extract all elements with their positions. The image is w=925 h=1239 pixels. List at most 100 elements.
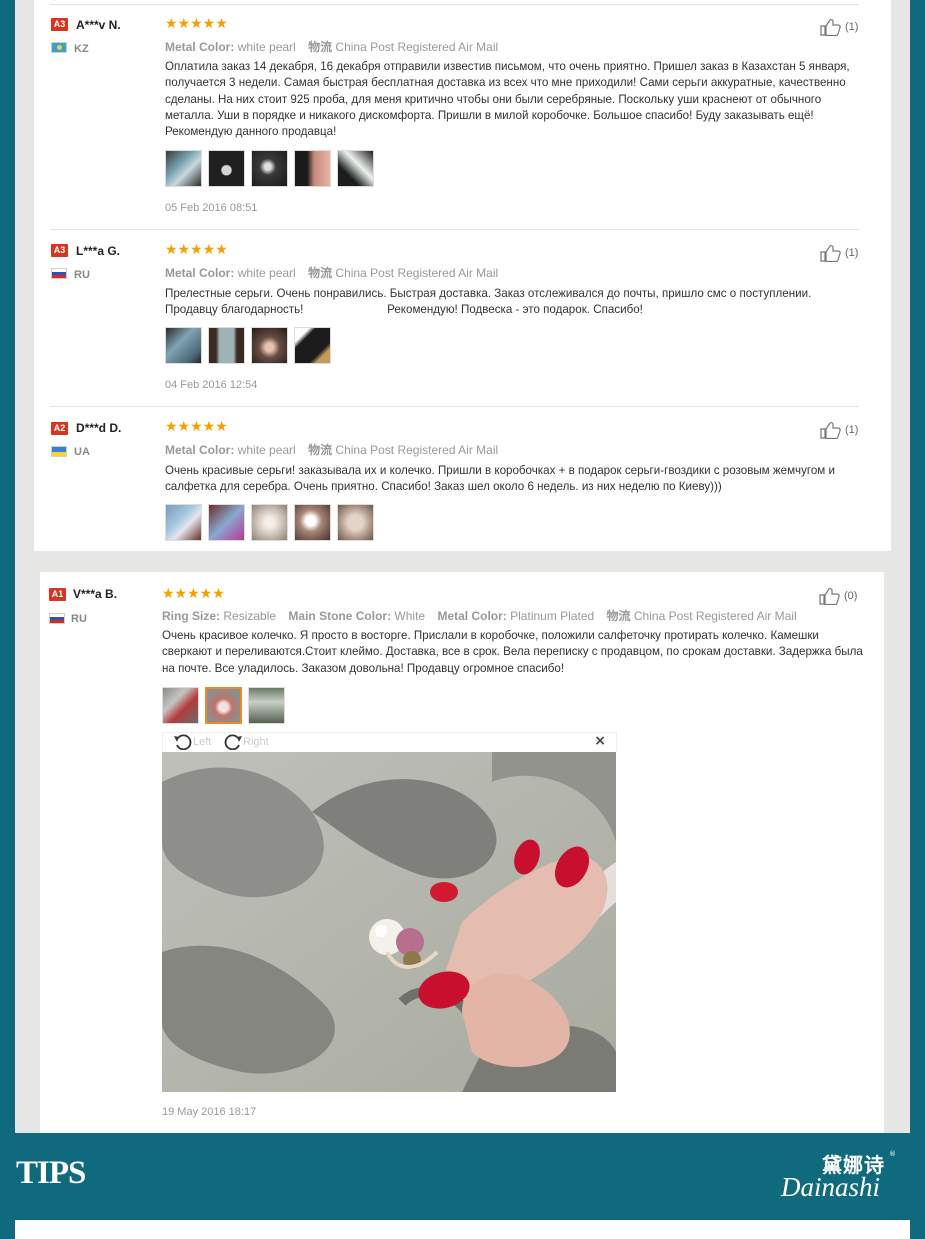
photo-thumbnail[interactable] (165, 504, 202, 541)
review-text: Очень красивые серьги! заказывала их и к… (165, 464, 835, 494)
photo-thumbnails (165, 150, 380, 187)
divider (50, 229, 859, 230)
attr-label: Main Stone Color: (288, 609, 392, 623)
ua-flag-icon (51, 446, 67, 457)
photo-thumbnail[interactable] (251, 327, 288, 364)
buyer-country: UA (74, 446, 90, 458)
attr-label: Metal Color: (437, 609, 507, 623)
order-attributes: Metal Color: white pearl 物流 China Post R… (165, 264, 498, 281)
thumbs-up-icon (819, 587, 840, 605)
photo-thumbnail[interactable] (251, 504, 288, 541)
buyer-country: KZ (74, 43, 89, 55)
photo-thumbnail[interactable] (251, 150, 288, 187)
thumbs-up-icon (820, 244, 841, 262)
attr-label: Metal Color: (165, 266, 235, 280)
buyer-level-badge: A2 (51, 422, 68, 435)
helpful-count: (0) (844, 590, 858, 602)
helpful-count: (1) (845, 424, 859, 436)
tips-heading: TIPS (16, 1155, 86, 1191)
photo-thumbnails (162, 687, 291, 724)
photo-thumbnail[interactable] (337, 150, 374, 187)
photo-thumbnails (165, 327, 337, 364)
content-panel (15, 1220, 910, 1239)
rotate-right-icon (224, 734, 242, 750)
photo-thumbnail[interactable] (337, 504, 374, 541)
enlarged-review-photo (162, 752, 616, 1092)
photo-thumbnail[interactable] (162, 687, 199, 724)
rating-stars: ★★★★★ (165, 419, 228, 435)
buyer-name: L***a G. (76, 244, 121, 258)
attr-label: Ring Size: (162, 609, 221, 623)
attr-value: Resizable (223, 609, 277, 623)
attr-label: 物流 (308, 40, 333, 54)
attr-value: China Post Registered Air Mail (335, 266, 499, 280)
review-text: Прелестные серьги. Очень понравились. Бы… (165, 287, 815, 317)
helpful-count: (1) (845, 21, 859, 33)
photo-thumbnail[interactable] (165, 150, 202, 187)
photo-thumbnail-selected[interactable] (205, 687, 242, 724)
rating-stars: ★★★★★ (162, 586, 225, 602)
helpful-button[interactable]: (1) (820, 18, 858, 36)
rotate-right-button[interactable]: Right (223, 734, 269, 750)
rotate-left-label: Left (193, 736, 212, 748)
ru-flag-icon (51, 268, 67, 279)
ru-flag-icon (49, 613, 65, 624)
rotate-left-icon (174, 734, 192, 750)
review-text: Очень красивое колечко. Я просто в восто… (162, 629, 863, 675)
buyer-country: RU (74, 269, 90, 281)
rotate-right-label: Right (243, 736, 269, 748)
buyer-level-badge: A3 (51, 244, 68, 257)
attr-value: White (394, 609, 426, 623)
review-text: Оплатила заказ 14 декабря, 16 декабря от… (165, 60, 850, 139)
attr-value: Platinum Plated (510, 609, 595, 623)
registered-mark: ® (889, 1150, 896, 1158)
photo-thumbnail[interactable] (165, 327, 202, 364)
attr-label: 物流 (308, 443, 333, 457)
photo-thumbnail[interactable] (294, 150, 331, 187)
photo-thumbnail[interactable] (294, 504, 331, 541)
review-date: 05 Feb 2016 08:51 (165, 202, 258, 214)
helpful-button[interactable]: (0) (819, 587, 857, 605)
reviews-card: A3 A***v N. KZ ★★★★★ Metal Color: white … (34, 0, 891, 551)
buyer-country: RU (71, 613, 87, 625)
buyer-name: A***v N. (76, 18, 121, 32)
helpful-button[interactable]: (1) (820, 421, 858, 439)
brand-logo: Dainashi (781, 1172, 881, 1202)
attr-value: China Post Registered Air Mail (335, 443, 499, 457)
attr-label: 物流 (308, 266, 333, 280)
attr-value: white pearl (237, 40, 296, 54)
attr-label: Metal Color: (165, 443, 235, 457)
order-attributes: Ring Size: Resizable Main Stone Color: W… (162, 607, 797, 624)
photo-thumbnail[interactable] (248, 687, 285, 724)
helpful-button[interactable]: (1) (820, 244, 858, 262)
photo-thumbnail[interactable] (208, 327, 245, 364)
thumbs-up-icon (820, 421, 841, 439)
rating-stars: ★★★★★ (165, 242, 228, 258)
order-attributes: Metal Color: white pearl 物流 China Post R… (165, 441, 498, 458)
photo-thumbnail[interactable] (208, 504, 245, 541)
photo-viewer-toolbar: Left Right × (162, 732, 617, 752)
attr-value: China Post Registered Air Mail (335, 40, 499, 54)
buyer-level-badge: A3 (51, 18, 68, 31)
rating-stars: ★★★★★ (165, 16, 228, 32)
photo-thumbnail[interactable] (294, 327, 331, 364)
rotate-left-button[interactable]: Left (173, 734, 211, 750)
photo-thumbnail[interactable] (208, 150, 245, 187)
divider (50, 406, 859, 407)
order-attributes: Metal Color: white pearl 物流 China Post R… (165, 38, 498, 55)
buyer-name: V***a B. (73, 587, 118, 601)
attr-value: white pearl (237, 266, 296, 280)
review-card-expanded: A1 V***a B. RU ★★★★★ Ring Size: Resizabl… (40, 572, 884, 1134)
attr-label: Metal Color: (165, 40, 235, 54)
photo-thumbnails (165, 504, 380, 541)
attr-label: 物流 (606, 609, 631, 623)
kz-flag-icon (51, 42, 67, 53)
thumbs-up-icon (820, 18, 841, 36)
attr-value: white pearl (237, 443, 296, 457)
attr-value: China Post Registered Air Mail (633, 609, 797, 623)
buyer-name: D***d D. (76, 421, 122, 435)
buyer-level-badge: A1 (49, 588, 66, 601)
review-date: 19 May 2016 18:17 (162, 1106, 257, 1118)
review-date: 04 Feb 2016 12:54 (165, 379, 258, 391)
close-icon[interactable]: × (594, 733, 606, 749)
